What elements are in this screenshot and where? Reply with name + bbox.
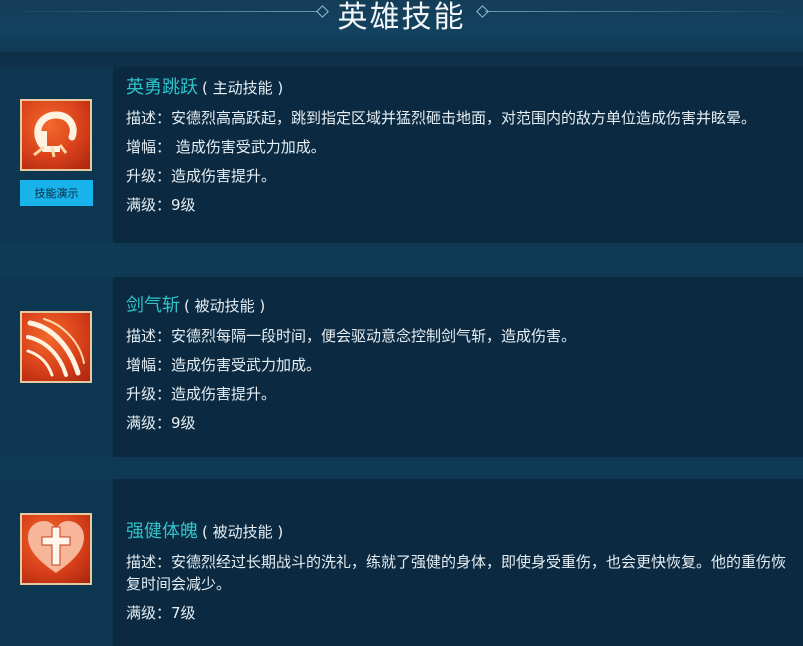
skill-type: ( 被动技能 ): [202, 523, 284, 541]
header-divider-right: [485, 11, 803, 12]
sword-wave-icon: [20, 311, 92, 383]
skill-content-2: 剑气斩( 被动技能 ) 描述：安德烈每隔一段时间，便会驱动意念控制剑气斩，造成伤…: [126, 291, 795, 434]
skill-name: 强健体魄: [126, 521, 198, 542]
skill-card-3: 强健体魄( 被动技能 ) 描述：安德烈经过长期战斗的洗礼，练就了强健的身体，即使…: [0, 479, 803, 646]
leap-slam-icon: [20, 99, 92, 171]
skill-type: ( 被动技能 ): [184, 297, 266, 315]
skill-card-2: 剑气斩( 被动技能 ) 描述：安德烈每隔一段时间，便会驱动意念控制剑气斩，造成伤…: [0, 277, 803, 457]
skill-type: ( 主动技能 ): [202, 79, 284, 97]
skill-boost: 增幅： 造成伤害受武力加成。: [126, 138, 326, 156]
heart-cross-icon: [20, 513, 92, 585]
skill-content-3: 强健体魄( 被动技能 ) 描述：安德烈经过长期战斗的洗礼，练就了强健的身体，即使…: [126, 517, 795, 624]
skill-demo-button[interactable]: 技能演示: [20, 180, 93, 206]
skill-max-level: 满级：9级: [126, 196, 196, 214]
skill-description: 描述：安德烈高高跃起，跳到指定区域并猛烈砸击地面，对范围内的敌方单位造成伤害并眩…: [126, 109, 757, 127]
section-divider: [0, 457, 803, 479]
skill-max-level: 满级：9级: [126, 414, 196, 432]
skill-boost: 增幅：造成伤害受武力加成。: [126, 356, 322, 374]
page-title: 英雄技能: [337, 0, 466, 35]
skill-content-1: 英勇跳跃( 主动技能 ) 描述：安德烈高高跃起，跳到指定区域并猛烈砸击地面，对范…: [126, 73, 795, 216]
skill-name: 英勇跳跃: [126, 77, 198, 98]
skill-upgrade: 升级：造成伤害提升。: [126, 167, 277, 185]
skill-name: 剑气斩: [126, 295, 180, 316]
skill-max-level: 满级：7级: [126, 604, 196, 622]
skill-card-1: 技能演示 英勇跳跃( 主动技能 ) 描述：安德烈高高跃起，跳到指定区域并猛烈砸击…: [0, 67, 803, 243]
page-header: 英雄技能: [0, 0, 803, 52]
skill-upgrade: 升级：造成伤害提升。: [126, 385, 277, 403]
skill-description: 描述：安德烈经过长期战斗的洗礼，练就了强健的身体，即使身受重伤，也会更快恢复。他…: [126, 553, 787, 593]
skill-description: 描述：安德烈每隔一段时间，便会驱动意念控制剑气斩，造成伤害。: [126, 327, 577, 345]
section-divider: [0, 243, 803, 277]
